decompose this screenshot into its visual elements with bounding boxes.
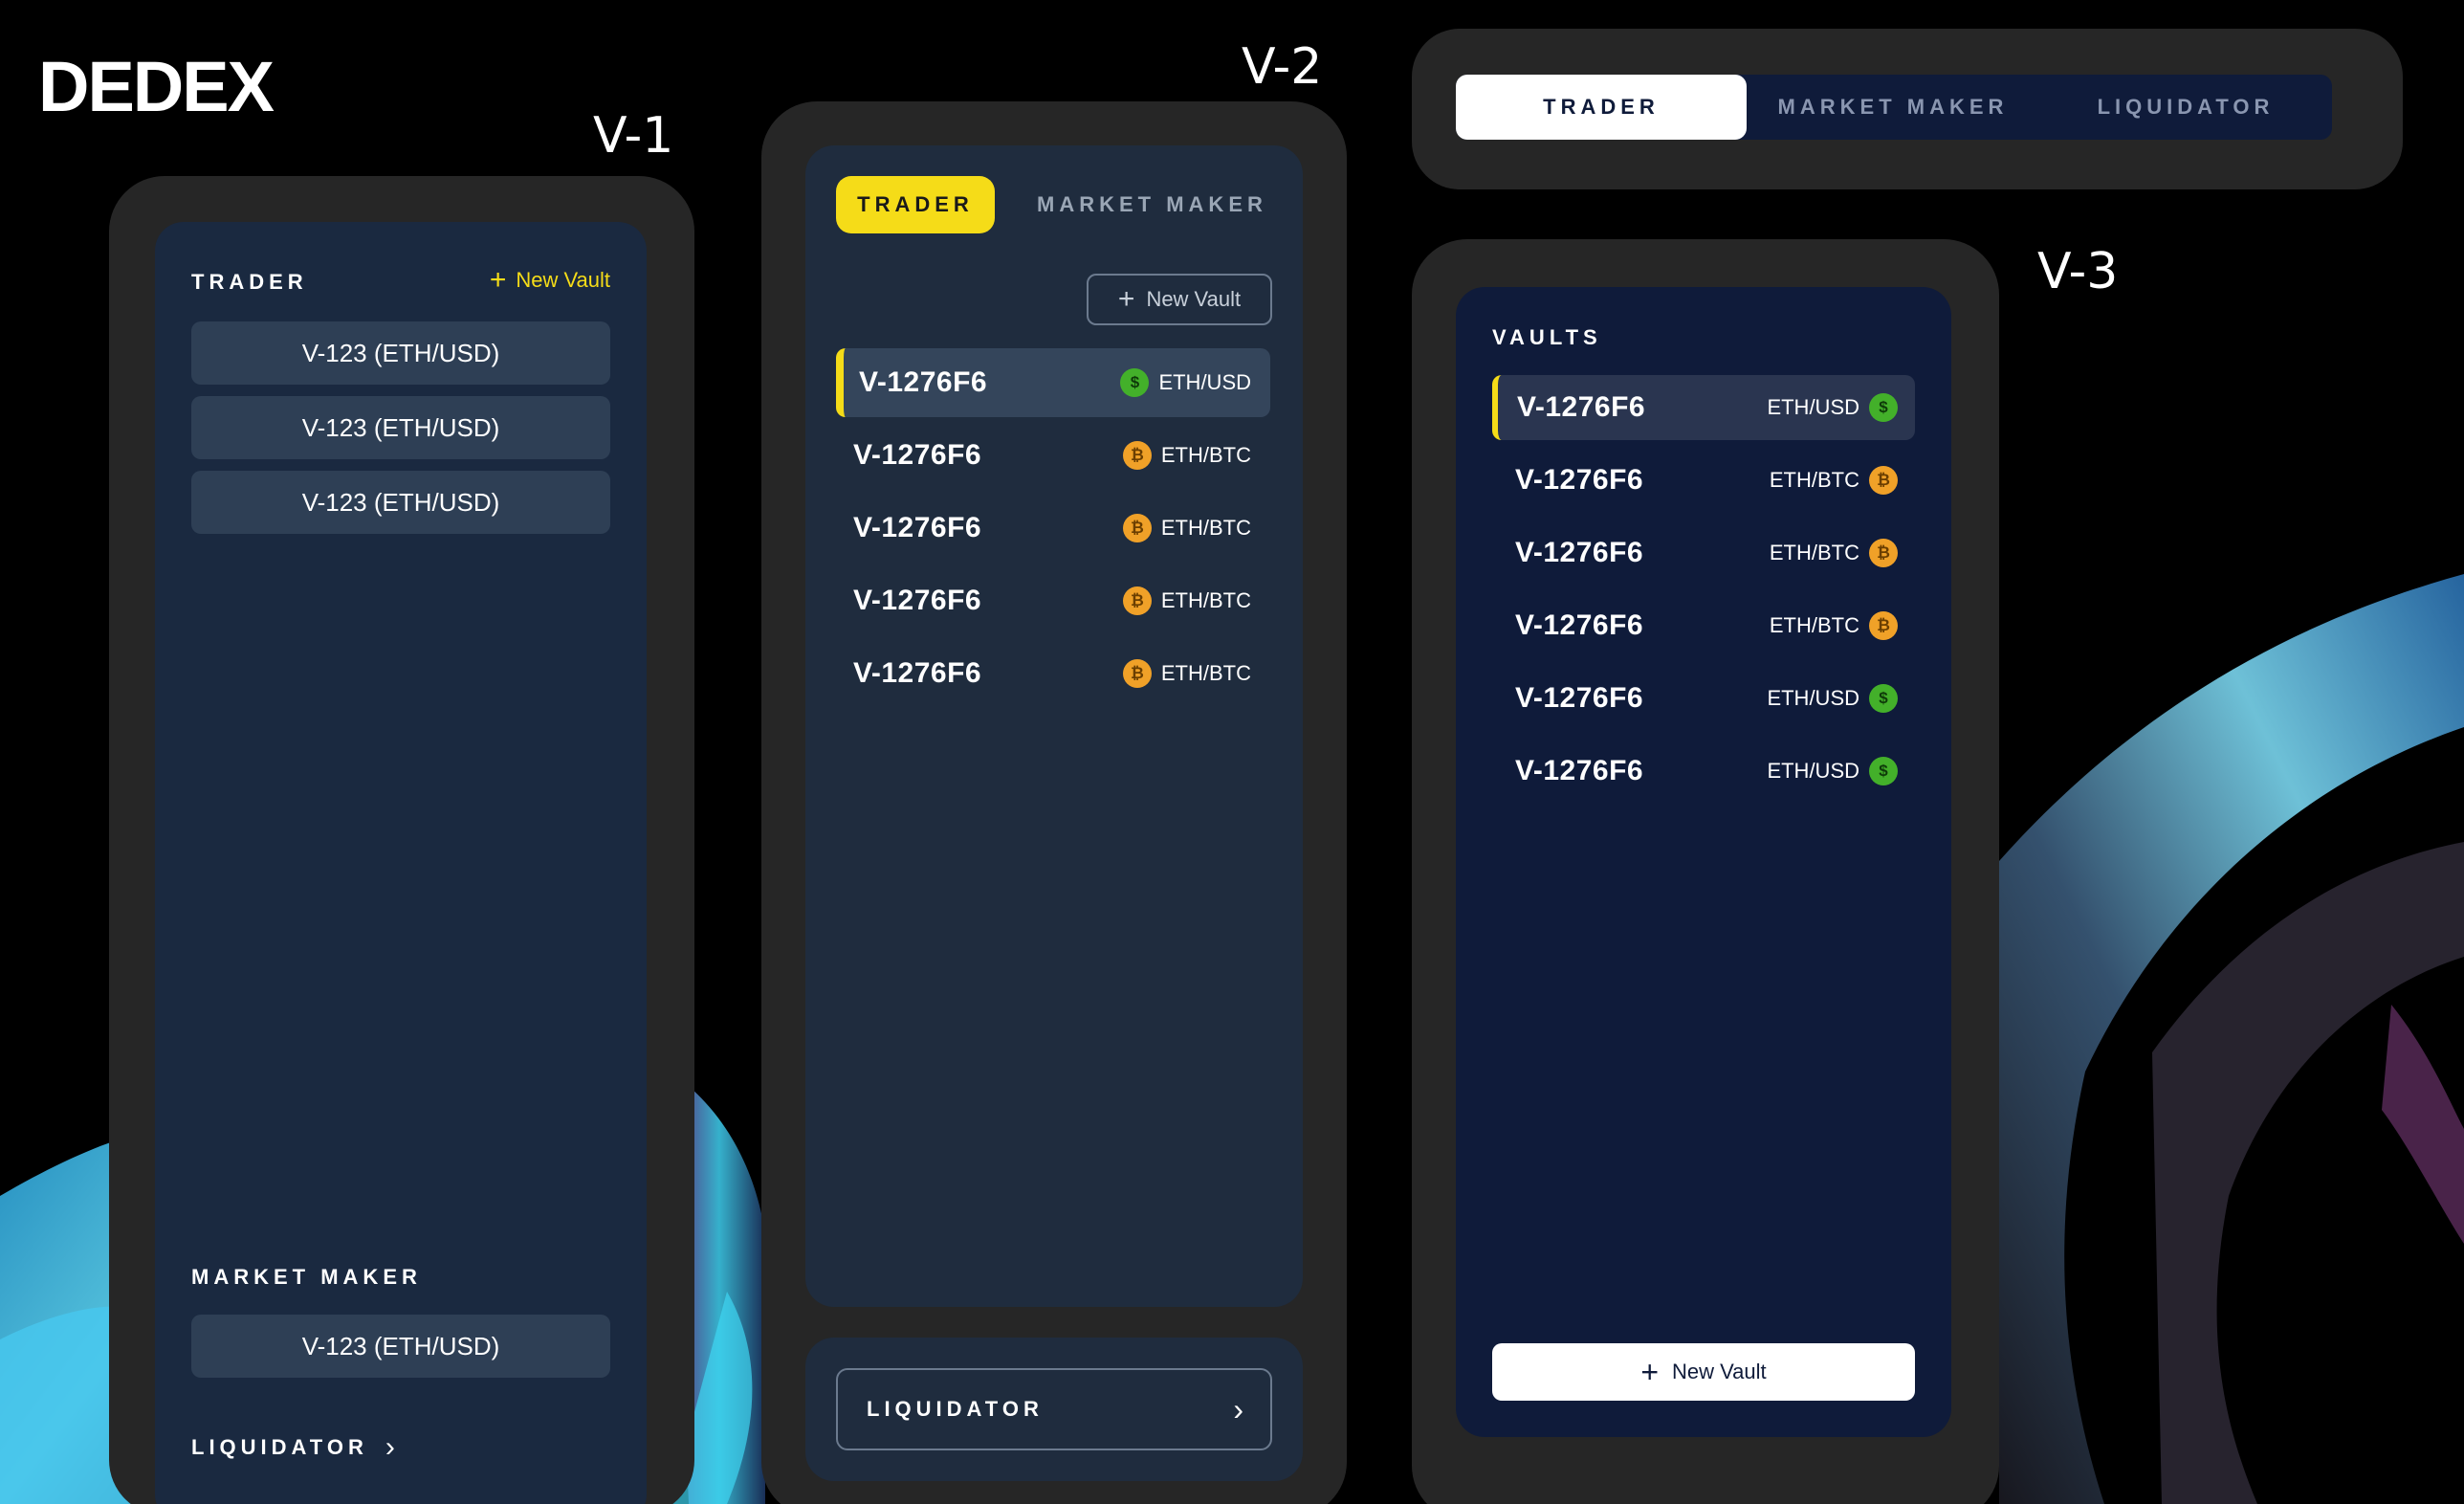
version-label-v3: V-3 xyxy=(2037,243,2119,300)
bitcoin-coin-icon: ₿ xyxy=(1122,441,1152,470)
version-label-v1: V-1 xyxy=(593,107,674,165)
vaults-label: VAULTS xyxy=(1492,325,1602,349)
plus-icon: + xyxy=(1117,283,1135,315)
v1-sidebar-panel: TRADER + New Vault V-123 (ETH/USD) V-123… xyxy=(155,222,647,1504)
chevron-right-icon: › xyxy=(1233,1391,1243,1427)
trader-section-label: TRADER xyxy=(191,270,308,294)
tab-market-maker[interactable]: MARKET MAKER xyxy=(1747,75,2039,140)
bitcoin-coin-icon: ₿ xyxy=(1122,586,1152,615)
trader-vault-item[interactable]: V-123 (ETH/USD) xyxy=(191,321,610,385)
vault-pair: ETH/BTC xyxy=(1160,443,1251,467)
vault-id: V-1276F6 xyxy=(853,585,982,616)
new-vault-label: New Vault xyxy=(1146,287,1242,311)
vault-id: V-1276F6 xyxy=(1515,755,1644,786)
market-maker-vault-item[interactable]: V-123 (ETH/USD) xyxy=(191,1315,610,1378)
vault-row[interactable]: V-1276F6 ETH/BTC ₿ xyxy=(1492,520,1915,586)
vault-row[interactable]: V-1276F6 ETH/BTC ₿ xyxy=(1492,448,1915,513)
vault-id: V-1276F6 xyxy=(1515,609,1644,641)
vault-row[interactable]: V-1276F6 ETH/USD $ xyxy=(1492,666,1915,731)
vault-row[interactable]: V-1276F6 ₿ ETH/BTC xyxy=(836,421,1270,490)
v3-vault-panel: VAULTS V-1276F6 ETH/USD $ V-1276F6 ETH/BT… xyxy=(1456,287,1951,1437)
bitcoin-coin-icon: ₿ xyxy=(1869,611,1898,640)
vault-id: V-1276F6 xyxy=(853,512,982,543)
vault-pair: ETH/USD xyxy=(1158,370,1251,394)
vault-pair: ETH/BTC xyxy=(1160,516,1251,540)
vault-row[interactable]: V-1276F6 ₿ ETH/BTC xyxy=(836,639,1270,708)
bitcoin-coin-icon: ₿ xyxy=(1869,539,1898,567)
vault-id: V-1276F6 xyxy=(1515,682,1644,714)
vault-row[interactable]: V-1276F6 ETH/USD $ xyxy=(1492,375,1915,440)
tab-trader[interactable]: TRADER xyxy=(836,176,995,233)
trader-vault-item[interactable]: V-123 (ETH/USD) xyxy=(191,471,610,534)
bitcoin-coin-icon: ₿ xyxy=(1869,466,1898,495)
tab-liquidator[interactable]: LIQUIDATOR xyxy=(2039,75,2332,140)
plus-icon: + xyxy=(489,264,507,296)
liquidator-label: LIQUIDATOR xyxy=(191,1435,368,1459)
tab-trader[interactable]: TRADER xyxy=(1456,75,1747,140)
vault-id: V-1276F6 xyxy=(1515,537,1644,568)
vault-pair: ETH/BTC xyxy=(1160,661,1251,685)
brand-logo: DEDEX xyxy=(38,47,275,126)
trader-vault-item[interactable]: V-123 (ETH/USD) xyxy=(191,396,610,459)
vault-pair: ETH/USD xyxy=(1767,686,1859,710)
vault-id: V-1276F6 xyxy=(1517,391,1646,423)
v3-tab-bar: TRADER MARKET MAKER LIQUIDATOR xyxy=(1456,75,2332,140)
tab-market-maker[interactable]: MARKET MAKER xyxy=(1037,176,1267,233)
bitcoin-coin-icon: ₿ xyxy=(1122,659,1152,688)
vault-pair: ETH/USD xyxy=(1767,395,1859,419)
vault-pair: ETH/USD xyxy=(1767,759,1859,783)
v2-liquidator-button[interactable]: LIQUIDATOR › xyxy=(836,1368,1272,1450)
vault-pair: ETH/BTC xyxy=(1769,613,1859,637)
vault-pair: ETH/BTC xyxy=(1769,541,1859,564)
new-vault-label: New Vault xyxy=(1672,1360,1767,1383)
vault-row[interactable]: V-1276F6 $ ETH/USD xyxy=(836,348,1270,417)
vault-pair: ETH/BTC xyxy=(1160,588,1251,612)
plus-icon: + xyxy=(1640,1355,1660,1389)
dollar-coin-icon: $ xyxy=(1869,757,1898,785)
dollar-coin-icon: $ xyxy=(1869,684,1898,713)
vault-id: V-1276F6 xyxy=(859,366,988,398)
liquidator-label: LIQUIDATOR xyxy=(867,1397,1044,1421)
vault-row[interactable]: V-1276F6 ETH/USD $ xyxy=(1492,739,1915,804)
v3-new-vault-button[interactable]: + New Vault xyxy=(1492,1343,1915,1401)
chevron-right-icon: › xyxy=(385,1431,395,1463)
vault-row[interactable]: V-1276F6 ETH/BTC ₿ xyxy=(1492,593,1915,658)
v1-new-vault-button[interactable]: + New Vault xyxy=(489,264,610,296)
new-vault-label: New Vault xyxy=(516,268,610,292)
dollar-coin-icon: $ xyxy=(1869,393,1898,422)
vault-pair: ETH/BTC xyxy=(1769,468,1859,492)
market-maker-section-label: MARKET MAKER xyxy=(191,1265,422,1289)
bitcoin-coin-icon: ₿ xyxy=(1122,514,1152,542)
vault-id: V-1276F6 xyxy=(853,439,982,471)
dollar-coin-icon: $ xyxy=(1120,368,1150,397)
vault-id: V-1276F6 xyxy=(1515,464,1644,496)
v2-new-vault-button[interactable]: + New Vault xyxy=(1087,274,1272,325)
vault-row[interactable]: V-1276F6 ₿ ETH/BTC xyxy=(836,566,1270,635)
v1-liquidator-link[interactable]: LIQUIDATOR › xyxy=(191,1431,395,1464)
version-label-v2: V-2 xyxy=(1242,38,1323,96)
v2-liquidator-panel: LIQUIDATOR › xyxy=(805,1338,1303,1481)
vault-row[interactable]: V-1276F6 ₿ ETH/BTC xyxy=(836,494,1270,563)
v2-vault-panel: TRADER MARKET MAKER + New Vault V-1276F6… xyxy=(805,145,1303,1307)
vault-id: V-1276F6 xyxy=(853,657,982,689)
